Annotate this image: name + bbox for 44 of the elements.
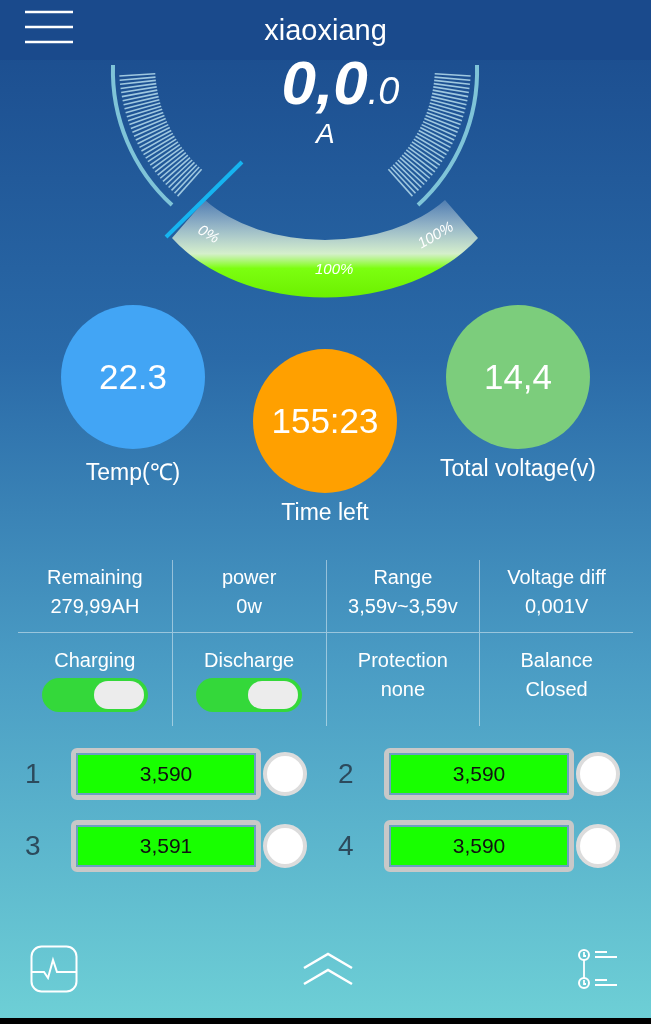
cell-number: 4	[338, 830, 355, 862]
current-unit: A	[316, 118, 335, 150]
stat-label: Voltage diff	[507, 566, 606, 589]
stat-value: 0w	[236, 595, 262, 618]
balance-indicator	[263, 824, 307, 868]
stat-label: Remaining	[47, 566, 143, 589]
scale-label: 100%	[315, 260, 354, 277]
cell-number: 3	[25, 830, 42, 862]
circle-label: Temp(℃)	[85, 458, 181, 487]
chevron-up-icon[interactable]	[301, 952, 354, 986]
cell-voltage-bar: 3,590	[384, 748, 574, 800]
balance-indicator	[576, 752, 620, 796]
circle-label: Total voltage(v)	[440, 455, 596, 482]
value-circle: 14,4	[446, 305, 590, 449]
pulse-icon[interactable]	[30, 945, 78, 993]
menu-icon[interactable]	[25, 10, 73, 44]
stat-value: 279,99AH	[50, 595, 140, 618]
control-label: Charging	[54, 649, 136, 672]
cell-number: 1	[25, 758, 42, 790]
value-circle: 155:23	[253, 349, 397, 493]
cell-voltage-bar: 3,590	[71, 748, 261, 800]
cell-voltage-bar: 3,591	[71, 820, 261, 872]
app-title: xiaoxiang	[264, 13, 387, 47]
toggle-switch[interactable]	[41, 678, 148, 712]
control-value: none	[380, 678, 426, 701]
stat-value: 0,001V	[524, 595, 589, 618]
cell-number: 2	[338, 758, 355, 790]
balance-indicator	[576, 824, 620, 868]
control-label: Discharge	[204, 649, 295, 672]
stat-value: 3,59v~3,59v	[348, 595, 458, 618]
value-circle: 22.3	[61, 305, 205, 449]
control-label: Protection	[357, 649, 448, 672]
scale-label: 0%	[195, 220, 223, 247]
current-decimal: .0	[367, 72, 400, 110]
timeline-icon[interactable]	[577, 948, 619, 990]
toggle-switch[interactable]	[196, 678, 303, 712]
stat-label: Range	[373, 566, 433, 589]
stat-label: power	[221, 566, 277, 589]
balance-indicator	[263, 752, 307, 796]
cell-voltage-bar: 3,590	[384, 820, 574, 872]
current-value: 0,0	[281, 52, 368, 114]
control-label: Balance	[520, 649, 593, 672]
control-value: Closed	[525, 678, 588, 701]
circle-label: Time left	[281, 499, 369, 526]
